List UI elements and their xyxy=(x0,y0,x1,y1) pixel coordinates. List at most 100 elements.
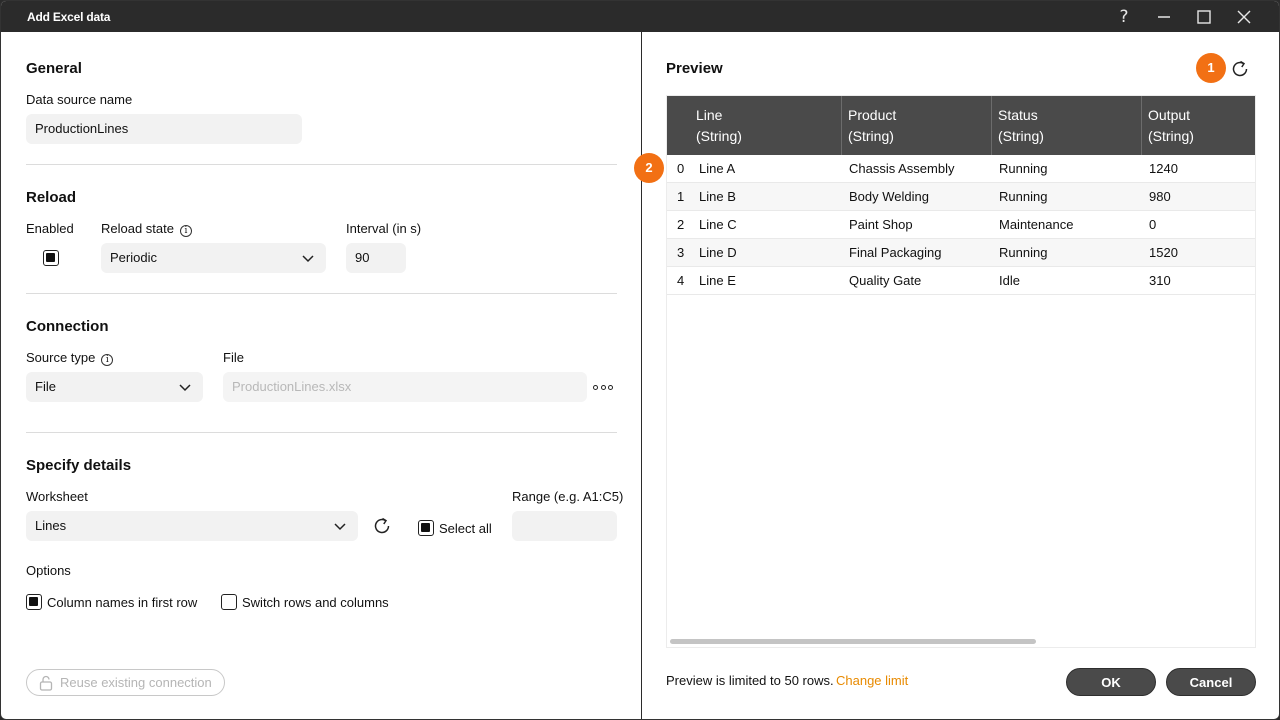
maximize-button[interactable] xyxy=(1189,5,1219,29)
column-header[interactable]: Line (String) xyxy=(691,96,841,155)
file-input[interactable]: ProductionLines.xlsx xyxy=(223,372,587,402)
cell-output: 310 xyxy=(1149,273,1171,288)
panel-divider xyxy=(641,32,642,719)
column-header[interactable]: Status (String) xyxy=(991,96,1141,155)
table-row: 1 Line B Body Welding Running 980 xyxy=(667,183,1255,211)
dialog-window: Add Excel data ? General Data source nam… xyxy=(0,0,1280,720)
cell-status: Running xyxy=(999,245,1048,260)
cell-output: 0 xyxy=(1149,217,1157,232)
lock-icon xyxy=(39,675,53,691)
column-name: Output xyxy=(1148,107,1191,123)
table-row: 0 Line A Chassis Assembly Running 1240 xyxy=(667,155,1255,183)
row-index: 4 xyxy=(677,273,685,288)
general-heading: General xyxy=(26,60,82,77)
cancel-button[interactable]: Cancel xyxy=(1166,668,1256,696)
preview-table: Line (String) Product (String) Status (S… xyxy=(666,95,1256,648)
column-type: (String) xyxy=(848,128,894,144)
file-label: File xyxy=(223,350,244,365)
details-heading: Specify details xyxy=(26,457,132,474)
window-title: Add Excel data xyxy=(27,10,111,24)
cell-status: Maintenance xyxy=(999,217,1074,232)
data-source-input[interactable]: ProductionLines xyxy=(26,114,302,144)
reload-heading: Reload xyxy=(26,189,77,206)
step-badge-1: 1 xyxy=(1196,53,1226,83)
cell-status: Running xyxy=(999,161,1048,176)
interval-label: Interval (in s) xyxy=(346,221,422,236)
refresh-preview-icon[interactable] xyxy=(1231,60,1250,78)
cell-product: Chassis Assembly xyxy=(849,161,955,176)
row-index: 3 xyxy=(677,245,685,260)
close-button[interactable] xyxy=(1229,5,1259,29)
source-type-label: Source type i xyxy=(26,350,114,366)
preview-limit-text: Preview is limited to 50 rows. xyxy=(666,673,834,688)
options-label: Options xyxy=(26,563,71,578)
horizontal-scrollbar[interactable] xyxy=(670,639,1036,644)
source-type-value: File xyxy=(35,379,56,394)
range-label: Range (e.g. A1:C5) xyxy=(512,489,624,504)
enabled-label: Enabled xyxy=(26,221,74,236)
cell-status: Running xyxy=(999,189,1048,204)
enabled-checkbox[interactable] xyxy=(43,250,59,266)
row-index: 0 xyxy=(677,161,685,176)
cell-output: 1520 xyxy=(1149,245,1178,260)
cell-product: Final Packaging xyxy=(849,245,942,260)
reload-state-label: Reload state i xyxy=(101,221,192,237)
source-type-label-text: Source type xyxy=(26,350,96,365)
reuse-connection-button[interactable]: Reuse existing connection xyxy=(26,669,225,696)
cell-product: Quality Gate xyxy=(849,273,922,288)
range-input[interactable] xyxy=(512,511,617,541)
column-name: Product xyxy=(848,107,897,123)
table-row: 3 Line D Final Packaging Running 1520 xyxy=(667,239,1255,267)
worksheet-label: Worksheet xyxy=(26,489,88,504)
title-bar: Add Excel data ? xyxy=(1,1,1279,32)
interval-input[interactable]: 90 xyxy=(346,243,406,273)
cell-line: Line C xyxy=(699,217,737,232)
file-placeholder: ProductionLines.xlsx xyxy=(232,379,352,394)
interval-value: 90 xyxy=(355,250,370,265)
column-header[interactable]: Output (String) xyxy=(1141,96,1255,155)
reload-state-value: Periodic xyxy=(110,250,157,265)
chevron-down-icon xyxy=(302,255,314,263)
help-button[interactable]: ? xyxy=(1109,5,1139,29)
chevron-down-icon xyxy=(334,523,346,531)
reload-state-select[interactable]: Periodic xyxy=(101,243,326,273)
column-header[interactable]: Product (String) xyxy=(841,96,991,155)
refresh-icon[interactable] xyxy=(373,517,392,535)
minimize-button[interactable] xyxy=(1149,5,1179,29)
more-options-icon[interactable] xyxy=(593,380,613,394)
table-header: Line (String) Product (String) Status (S… xyxy=(667,96,1255,155)
column-names-checkbox[interactable] xyxy=(26,594,42,610)
cell-product: Body Welding xyxy=(849,189,929,204)
select-all-checkbox[interactable] xyxy=(418,520,434,536)
column-type: (String) xyxy=(1148,128,1194,144)
data-source-value: ProductionLines xyxy=(35,121,129,136)
cell-product: Paint Shop xyxy=(849,217,913,232)
minimize-icon xyxy=(1158,16,1170,18)
preview-heading: Preview xyxy=(666,60,723,77)
switch-rows-checkbox[interactable] xyxy=(221,594,237,610)
column-type: (String) xyxy=(998,128,1044,144)
worksheet-select[interactable]: Lines xyxy=(26,511,358,541)
column-type: (String) xyxy=(696,128,742,144)
source-type-select[interactable]: File xyxy=(26,372,203,402)
data-source-label: Data source name xyxy=(26,92,133,107)
cell-line: Line B xyxy=(699,189,736,204)
section-divider xyxy=(26,164,617,165)
change-limit-link[interactable]: Change limit xyxy=(836,673,908,688)
switch-rows-label: Switch rows and columns xyxy=(242,595,389,610)
info-icon[interactable]: i xyxy=(101,354,114,366)
ok-button[interactable]: OK xyxy=(1066,668,1156,696)
cell-line: Line D xyxy=(699,245,737,260)
table-row: 4 Line E Quality Gate Idle 310 xyxy=(667,267,1255,295)
column-name: Status xyxy=(998,107,1038,123)
reload-state-label-text: Reload state xyxy=(101,221,174,236)
cell-output: 1240 xyxy=(1149,161,1178,176)
close-icon xyxy=(1237,10,1251,24)
connection-heading: Connection xyxy=(26,318,109,335)
cell-status: Idle xyxy=(999,273,1020,288)
row-index: 2 xyxy=(677,217,685,232)
select-all-label: Select all xyxy=(439,521,492,536)
info-icon[interactable]: i xyxy=(180,225,192,237)
section-divider xyxy=(26,432,617,433)
step-badge-2: 2 xyxy=(634,153,664,183)
